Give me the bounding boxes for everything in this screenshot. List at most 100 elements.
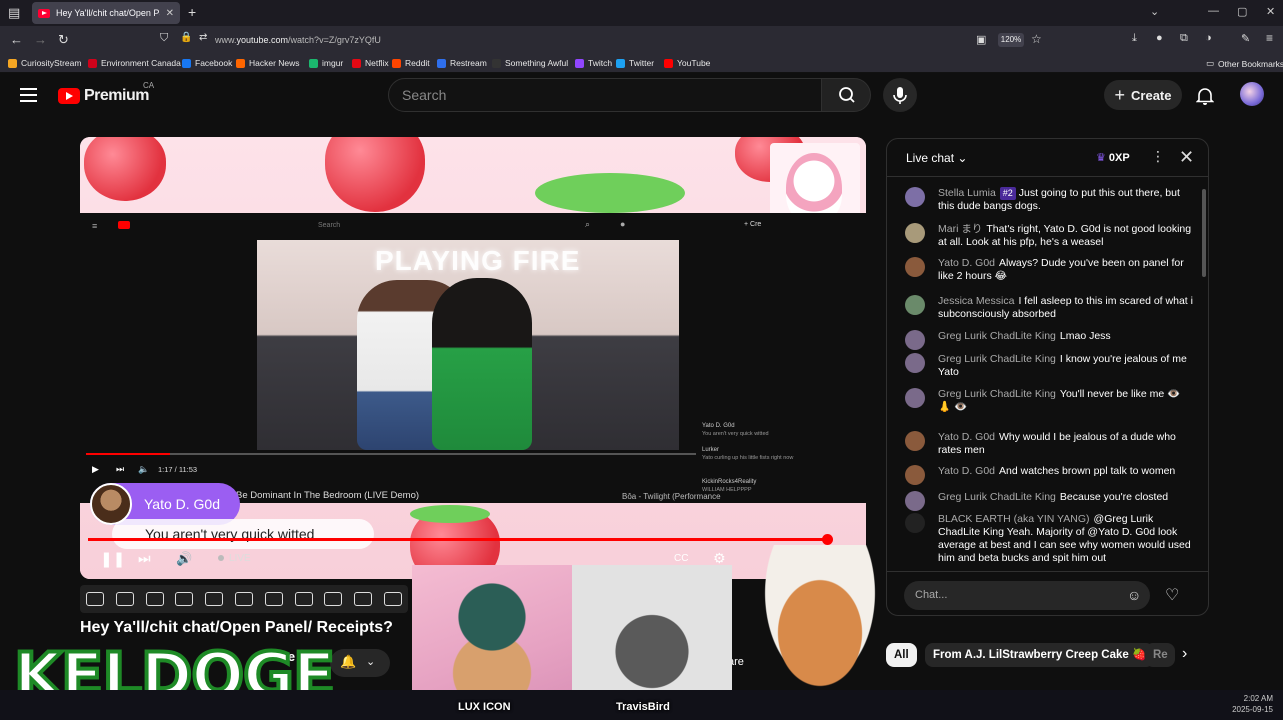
bookmark-item[interactable]: Netflix	[352, 58, 389, 68]
bookmark-item[interactable]: Environment Canada	[88, 58, 181, 68]
add-icon[interactable]	[294, 592, 313, 606]
bookmark-item[interactable]: YouTube	[664, 58, 710, 68]
app-menu-icon[interactable]: ≡	[1266, 31, 1273, 45]
chat-author[interactable]: Greg Lurik ChadLite King	[938, 491, 1056, 503]
chat-author[interactable]: Yato D. G0d	[938, 465, 995, 477]
bookmark-item[interactable]: Hacker News	[236, 58, 300, 68]
miniplayer-icon[interactable]	[205, 592, 224, 606]
bookmark-item[interactable]: Reddit	[392, 58, 430, 68]
chat-author[interactable]: Yato D. G0d	[938, 257, 995, 269]
chat-author[interactable]: Stella Lumia	[938, 187, 996, 199]
downloads-icon[interactable]: ⤓	[1132, 32, 1137, 45]
heart-icon[interactable]: ♡	[1165, 585, 1179, 605]
bookmark-item[interactable]: CuriosityStream	[8, 58, 81, 68]
reload-icon[interactable]: ↻	[58, 32, 69, 48]
chat-avatar[interactable]	[905, 257, 925, 277]
maximize-icon[interactable]: ▢	[1237, 5, 1247, 18]
new-tab-icon[interactable]: +	[188, 4, 196, 20]
bookmark-star-icon[interactable]: ☆	[1031, 32, 1042, 46]
chat-author[interactable]: Mari まり	[938, 223, 982, 235]
next-icon[interactable]: ⏭	[138, 550, 151, 567]
other-bookmarks[interactable]: ▭ Other Bookmarks	[1206, 58, 1283, 69]
chat-input[interactable]: Chat...	[904, 581, 1150, 610]
screenshot-icon[interactable]	[324, 592, 343, 606]
chevron-right-icon[interactable]: ›	[1182, 645, 1187, 663]
more-options-icon[interactable]: ⋮	[1151, 148, 1165, 165]
shield-icon[interactable]: ⛉	[160, 32, 168, 45]
chat-avatar[interactable]	[905, 431, 925, 451]
puzzle-icon[interactable]: ⧉	[1180, 32, 1188, 45]
picture-icon[interactable]: ▣	[976, 33, 986, 46]
account-avatar[interactable]	[1240, 82, 1264, 106]
chat-avatar[interactable]	[905, 465, 925, 485]
chat-avatar[interactable]	[905, 187, 925, 207]
lock-icon[interactable]: 🔒	[180, 32, 192, 43]
create-button[interactable]: + Create	[1104, 80, 1182, 110]
broadcast-icon[interactable]	[115, 592, 134, 606]
keyboard-icon[interactable]	[354, 592, 373, 606]
theater-icon[interactable]	[234, 592, 253, 606]
chat-author[interactable]: Jessica Messica	[938, 295, 1014, 307]
bookmark-item[interactable]: Twitter	[616, 58, 654, 68]
close-window-icon[interactable]: ✕	[1266, 5, 1275, 18]
tab-overflow-icon[interactable]: ⌄	[1150, 5, 1159, 18]
forward-icon[interactable]: →	[34, 32, 47, 47]
embedded-time: 1:17 / 11:53	[158, 465, 198, 474]
progress-scrubber[interactable]	[822, 534, 833, 545]
youtube-premium-logo[interactable]: Premium CA	[58, 81, 154, 105]
close-icon[interactable]: ✕	[1179, 147, 1194, 168]
bookmark-item[interactable]: Twitch	[575, 58, 612, 68]
browser-tab[interactable]: Hey Ya'll/chit chat/Open Pa ✕	[32, 2, 180, 24]
search-input[interactable]: Search	[388, 78, 822, 112]
xp-badge[interactable]: 0XP	[1096, 151, 1130, 164]
subscription-bell-button[interactable]: 🔔 ⌄	[330, 649, 390, 677]
loop-icon[interactable]	[85, 592, 104, 606]
guide-menu-icon[interactable]	[20, 88, 37, 106]
chat-avatar[interactable]	[905, 513, 925, 533]
chat-scrollbar[interactable]	[1202, 189, 1206, 277]
gear-icon[interactable]	[384, 592, 403, 606]
chat-filter-chip[interactable]: Re	[1145, 643, 1175, 667]
extension-icon[interactable]: ●	[1156, 32, 1163, 44]
captions-icon[interactable]: CC	[674, 553, 688, 564]
permissions-icon[interactable]: ⇄	[199, 32, 207, 43]
extensions-icon[interactable]: ✎	[1241, 32, 1250, 45]
chat-author[interactable]: Greg Lurik ChadLite King	[938, 330, 1056, 342]
tab-list-icon[interactable]: ▤	[8, 5, 20, 21]
chat-avatar[interactable]	[905, 223, 925, 243]
tab-close-icon[interactable]: ✕	[166, 8, 174, 19]
bookmark-item[interactable]: imgur	[309, 58, 343, 68]
emoji-icon[interactable]: ☺	[1127, 587, 1141, 603]
progress-bar[interactable]	[88, 534, 833, 545]
chat-mode-selector[interactable]: Live chat ⌄	[906, 151, 967, 165]
watch-later-icon[interactable]	[145, 592, 164, 606]
voice-search-button[interactable]	[883, 78, 917, 112]
clip-icon[interactable]	[175, 592, 194, 606]
live-indicator[interactable]: LIVE	[218, 553, 251, 564]
back-icon[interactable]: ←	[10, 32, 23, 47]
search-button[interactable]	[821, 78, 871, 112]
minimize-icon[interactable]: —	[1208, 5, 1219, 17]
speed-icon[interactable]	[264, 592, 283, 606]
chat-author[interactable]: Greg Lurik ChadLite King	[938, 353, 1056, 365]
chat-filter-chip[interactable]: From A.J. LilStrawberry Creep Cake 🍓	[925, 643, 1155, 667]
volume-icon[interactable]: 🔊	[176, 551, 192, 567]
chat-avatar[interactable]	[905, 330, 925, 350]
chat-avatar[interactable]	[905, 295, 925, 315]
clock-date: 2025-09-15	[1232, 705, 1273, 714]
chat-filter-chip[interactable]: All	[886, 643, 917, 667]
bookmark-item[interactable]: Facebook	[182, 58, 232, 68]
zoom-indicator[interactable]: 120%	[998, 33, 1024, 47]
address-bar[interactable]: www.youtube.com/watch?v=Z/grv7zYQfU	[215, 35, 381, 45]
bookmark-item[interactable]: Restream	[437, 58, 487, 68]
pause-icon[interactable]: ❚❚	[100, 550, 125, 568]
chat-author[interactable]: Yato D. G0d	[938, 431, 995, 443]
chat-author[interactable]: Greg Lurik ChadLite King	[938, 388, 1056, 400]
chat-author[interactable]: BLACK EARTH (aka YIN YANG)	[938, 513, 1090, 525]
bookmark-item[interactable]: Something Awful	[492, 58, 568, 68]
chat-avatar[interactable]	[905, 388, 925, 408]
notifications-button[interactable]	[1195, 86, 1215, 111]
sync-icon[interactable]: ◑	[1205, 32, 1212, 44]
chat-avatar[interactable]	[905, 491, 925, 511]
chat-avatar[interactable]	[905, 353, 925, 373]
